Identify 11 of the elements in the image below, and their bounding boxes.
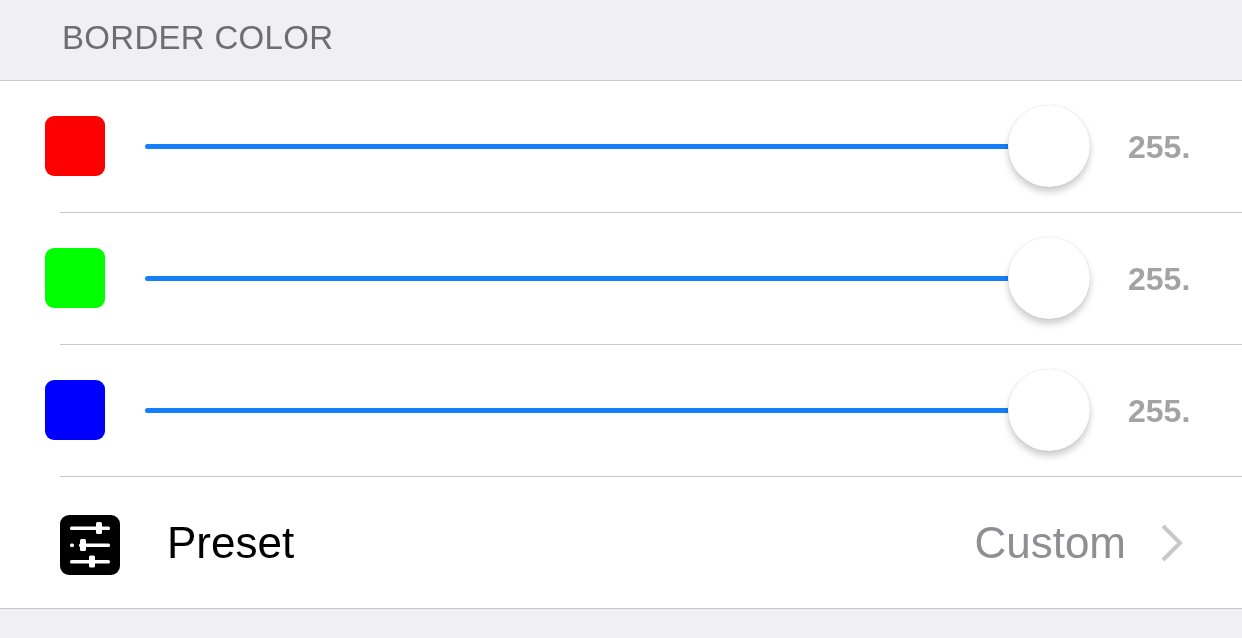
preset-value: Custom [974,517,1126,568]
preset-label[interactable]: Preset [167,517,295,568]
slider-thumb[interactable] [1008,105,1090,187]
slider-thumb[interactable] [1008,237,1090,319]
slider-thumb[interactable] [1008,369,1090,451]
section-title: BORDER COLOR [62,19,334,57]
chevron-icon[interactable] [1160,522,1184,563]
slider-value: 255. [1128,392,1192,430]
slider-value: 255. [1128,260,1192,298]
sliders-icon [60,514,120,575]
slider-value: 255. [1128,128,1192,166]
